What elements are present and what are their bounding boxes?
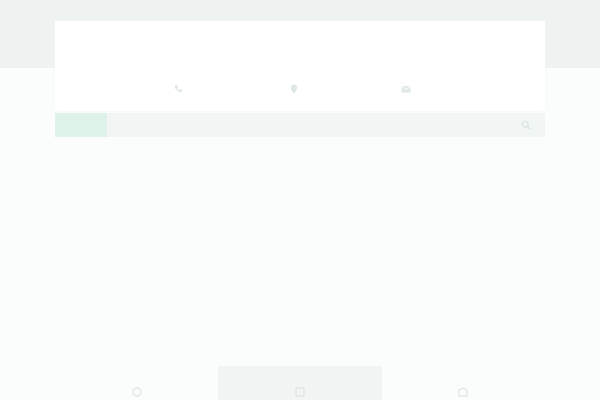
feature-tiles bbox=[55, 366, 545, 400]
mail-icon bbox=[401, 84, 411, 94]
main-content bbox=[55, 140, 545, 360]
feature-icon bbox=[294, 386, 306, 398]
feature-tile-2[interactable] bbox=[218, 366, 382, 400]
site-header bbox=[55, 21, 545, 111]
feature-icon bbox=[131, 386, 143, 398]
nav-item-1[interactable] bbox=[123, 120, 151, 130]
nav-item-4[interactable] bbox=[261, 120, 289, 130]
nav-item-5[interactable] bbox=[307, 120, 335, 130]
top-bar bbox=[55, 3, 545, 19]
phone-icon bbox=[173, 84, 183, 94]
nav-item-2[interactable] bbox=[169, 120, 197, 130]
location-pin-icon bbox=[289, 84, 299, 94]
nav-home-button[interactable] bbox=[55, 113, 107, 137]
feature-icon bbox=[457, 386, 469, 398]
feature-tile-3[interactable] bbox=[381, 366, 545, 400]
search-icon[interactable] bbox=[521, 120, 531, 130]
nav-items bbox=[107, 120, 335, 130]
nav-item-3[interactable] bbox=[215, 120, 243, 130]
main-navigation bbox=[55, 113, 545, 137]
feature-tile-1[interactable] bbox=[55, 366, 219, 400]
